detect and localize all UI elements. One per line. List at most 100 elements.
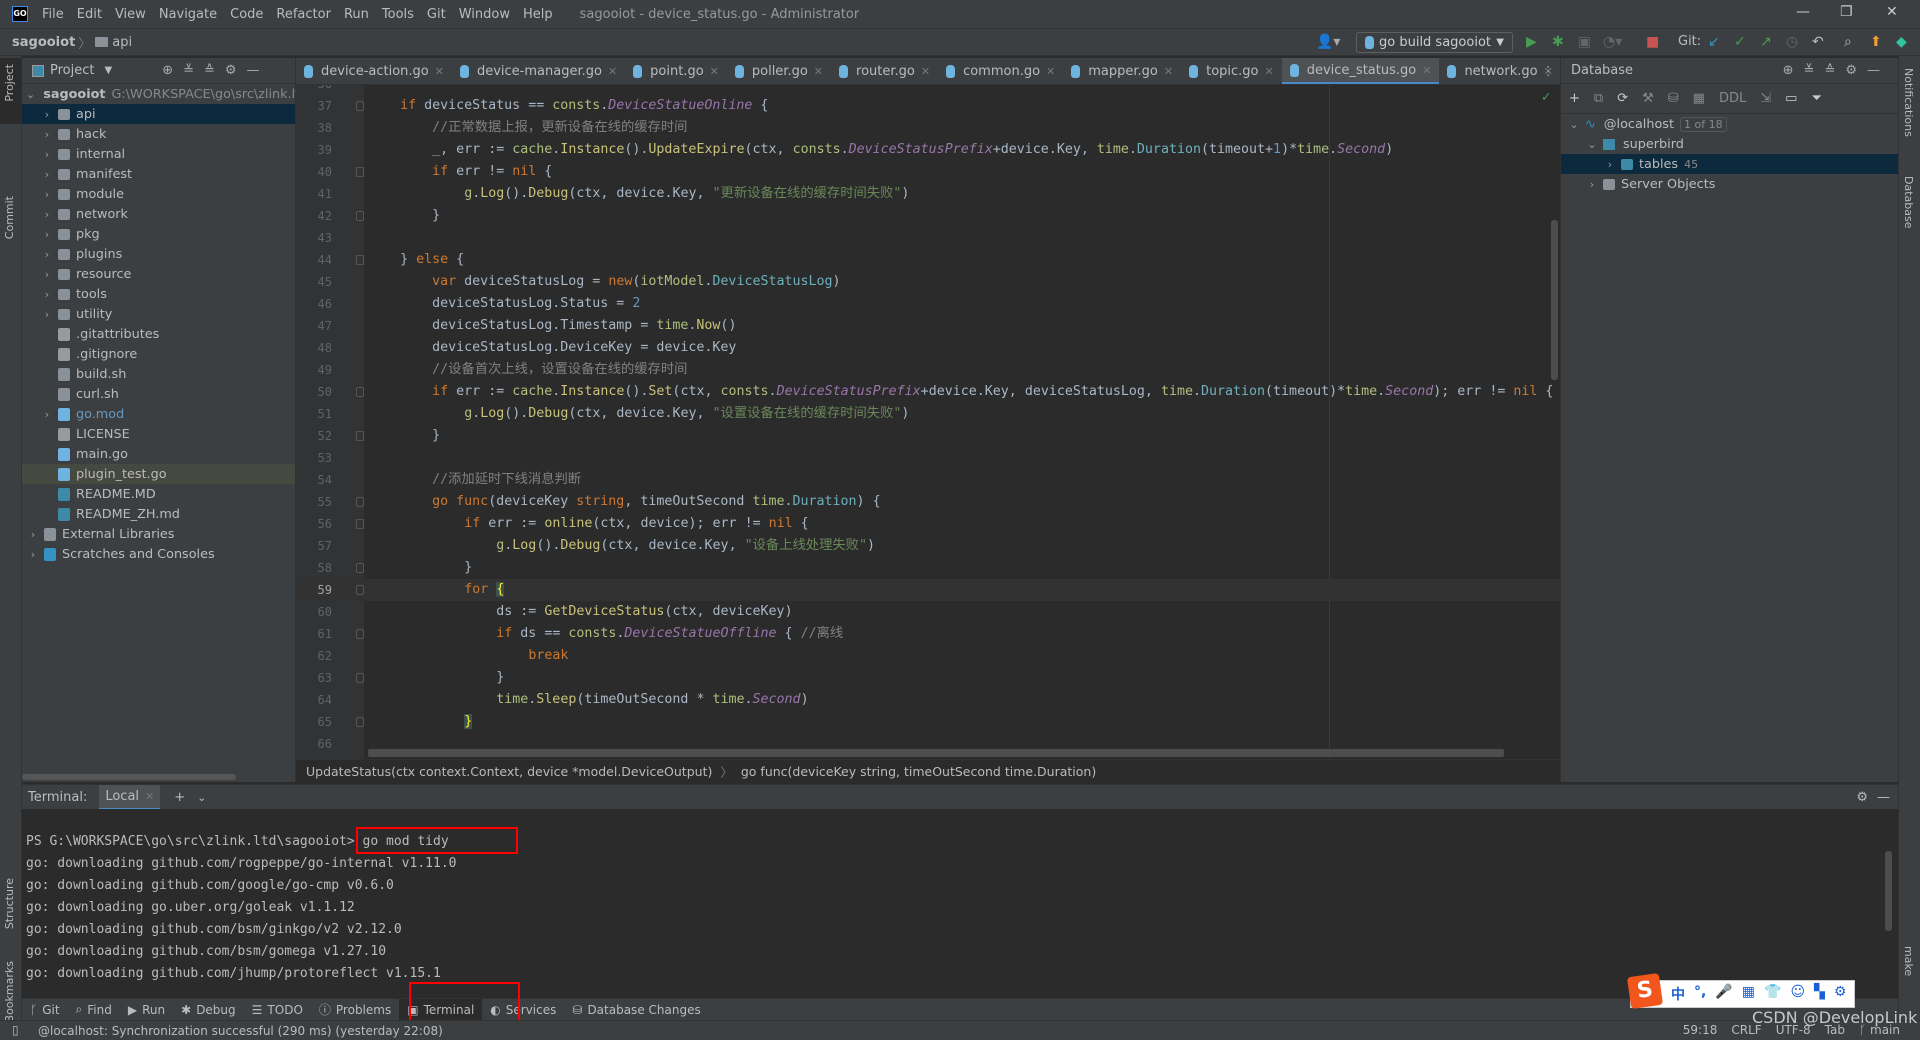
chevron-right-icon[interactable]: › bbox=[40, 408, 54, 421]
fold-marker-icon[interactable] bbox=[356, 673, 364, 683]
db-server-objects[interactable]: › Server Objects bbox=[1561, 174, 1898, 194]
coverage-icon[interactable]: ▣ bbox=[1578, 34, 1591, 50]
user-icon[interactable]: 👤▾ bbox=[1316, 34, 1340, 50]
ime-item[interactable]: ▚ bbox=[1814, 984, 1825, 1004]
jump-icon[interactable]: ⇲ bbox=[1760, 91, 1771, 106]
menu-code[interactable]: Code bbox=[230, 7, 263, 22]
tree-item-curl-sh[interactable]: curl.sh bbox=[22, 384, 295, 404]
tabs-more-icon[interactable]: ⋮ bbox=[1542, 63, 1555, 78]
project-view-select[interactable]: Project bbox=[50, 63, 94, 78]
menu-file[interactable]: File bbox=[42, 7, 64, 22]
tab-poller-go[interactable]: poller.go ✕ bbox=[727, 58, 831, 84]
close-tab-icon[interactable]: ✕ bbox=[1265, 65, 1274, 78]
tree-item-api[interactable]: › api bbox=[22, 104, 295, 124]
fold-marker-icon[interactable] bbox=[356, 585, 364, 595]
fold-marker-icon[interactable] bbox=[356, 255, 364, 265]
tree-item-scratches-and-consoles[interactable]: › Scratches and Consoles bbox=[22, 544, 295, 564]
tab-router-go[interactable]: router.go ✕ bbox=[831, 58, 938, 84]
tree-item-plugin-test-go[interactable]: plugin_test.go bbox=[22, 464, 295, 484]
fold-marker-icon[interactable] bbox=[356, 497, 364, 507]
git-push-icon[interactable]: ↗ bbox=[1760, 34, 1772, 50]
sync-icon[interactable]: ▯ bbox=[12, 1023, 19, 1037]
close-tab-icon[interactable]: ✕ bbox=[1046, 65, 1055, 78]
tree-item-plugins[interactable]: › plugins bbox=[22, 244, 295, 264]
database-tool-button[interactable]: Database bbox=[1902, 176, 1915, 229]
tree-item-network[interactable]: › network bbox=[22, 204, 295, 224]
close-tab-icon[interactable]: ✕ bbox=[814, 65, 823, 78]
tree-item-readme-zh-md[interactable]: README_ZH.md bbox=[22, 504, 295, 524]
new-terminal-icon[interactable]: + bbox=[174, 790, 185, 805]
refresh-icon[interactable]: ⟳ bbox=[1617, 91, 1628, 106]
tab-device-action-go[interactable]: device-action.go ✕ bbox=[296, 58, 452, 84]
terminal-vscrollbar[interactable] bbox=[1885, 851, 1892, 931]
hide-icon[interactable]: — bbox=[1877, 790, 1890, 805]
debug-icon[interactable]: ✱ bbox=[1552, 34, 1564, 50]
history-icon[interactable]: ◷ bbox=[1786, 34, 1798, 50]
tree-item-manifest[interactable]: › manifest bbox=[22, 164, 295, 184]
commit-tool-button[interactable]: Commit bbox=[3, 196, 16, 239]
tab-topic-go[interactable]: topic.go ✕ bbox=[1181, 58, 1282, 84]
fold-marker-icon[interactable] bbox=[356, 387, 364, 397]
tree-root[interactable]: ⌄ sagooiot G:\WORKSPACE\go\src\zlink.ltd\s… bbox=[22, 84, 367, 104]
chevron-right-icon[interactable]: › bbox=[40, 288, 54, 301]
profile-icon[interactable]: ◔▾ bbox=[1603, 34, 1622, 50]
tool-tab-debug[interactable]: ✱ Debug bbox=[173, 999, 244, 1021]
search-icon[interactable]: ⌕ bbox=[1844, 34, 1852, 50]
fold-marker-icon[interactable] bbox=[356, 211, 364, 221]
add-icon[interactable]: + bbox=[1569, 91, 1580, 106]
menu-window[interactable]: Window bbox=[459, 7, 510, 22]
status-message[interactable]: @localhost: Synchronization successful (… bbox=[38, 1024, 443, 1038]
chevron-right-icon[interactable]: › bbox=[40, 188, 54, 201]
notifications-tool-button[interactable]: Notifications bbox=[1902, 68, 1915, 137]
tab-point-go[interactable]: point.go ✕ bbox=[625, 58, 727, 84]
panel-actions-icons[interactable]: ⊕≚≙⚙— bbox=[162, 63, 269, 78]
restore-icon[interactable]: ❐ bbox=[1840, 4, 1853, 20]
ime-item[interactable]: °, bbox=[1694, 984, 1706, 1004]
menu-edit[interactable]: Edit bbox=[77, 7, 102, 22]
bookmarks-tool-button[interactable]: Bookmarks bbox=[3, 961, 16, 1022]
crumb-function[interactable]: UpdateStatus(ctx context.Context, device… bbox=[306, 764, 712, 779]
chevron-right-icon[interactable]: › bbox=[26, 528, 40, 541]
settings-icon[interactable]: ⚙ bbox=[1856, 790, 1868, 805]
close-tab-icon[interactable]: ✕ bbox=[608, 65, 617, 78]
close-tab-icon[interactable]: ✕ bbox=[435, 65, 444, 78]
tree-item-pkg[interactable]: › pkg bbox=[22, 224, 295, 244]
chevron-right-icon[interactable]: › bbox=[40, 268, 54, 281]
tree-item-internal[interactable]: › internal bbox=[22, 144, 295, 164]
tree-item-main-go[interactable]: main.go bbox=[22, 444, 295, 464]
tree-item-go-mod[interactable]: › go.mod bbox=[22, 404, 295, 424]
menu-view[interactable]: View bbox=[115, 7, 146, 22]
project-tool-button[interactable]: Project bbox=[3, 64, 16, 102]
chevron-right-icon[interactable]: › bbox=[40, 308, 54, 321]
terminal-tab-local[interactable]: Local ✕ bbox=[99, 784, 161, 810]
close-icon[interactable]: ✕ bbox=[1886, 4, 1898, 20]
ime-item[interactable]: ☺ bbox=[1790, 984, 1805, 1004]
stop-icon[interactable]: ■ bbox=[1646, 34, 1659, 50]
ime-item[interactable]: 🎤 bbox=[1715, 984, 1732, 1004]
tree-item-resource[interactable]: › resource bbox=[22, 264, 295, 284]
crumb-closure[interactable]: go func(deviceKey string, timeOutSecond … bbox=[741, 764, 1096, 779]
structure-tool-button[interactable]: Structure bbox=[3, 878, 16, 929]
inspection-ok-icon[interactable]: ✓ bbox=[1541, 89, 1551, 104]
run-config-select[interactable]: go build sagooiot ▼ bbox=[1356, 32, 1513, 53]
tab-device-status-go[interactable]: device_status.go ✕ bbox=[1281, 58, 1440, 84]
close-tab-icon[interactable]: ✕ bbox=[921, 65, 930, 78]
make-tool-button[interactable]: make bbox=[1902, 946, 1915, 976]
chevron-right-icon[interactable]: › bbox=[40, 108, 54, 121]
update-icon[interactable]: ⬆ bbox=[1870, 34, 1882, 50]
tree-item-tools[interactable]: › tools bbox=[22, 284, 295, 304]
db-tables[interactable]: › tables 45 bbox=[1561, 154, 1898, 174]
terminal-dropdown-icon[interactable]: ⌄ bbox=[197, 791, 206, 804]
tool-tab-find[interactable]: ⌕ Find bbox=[68, 999, 120, 1021]
fold-marker-icon[interactable] bbox=[356, 167, 364, 177]
caret-position[interactable]: 59:18 bbox=[1683, 1023, 1718, 1037]
chevron-right-icon[interactable]: › bbox=[40, 248, 54, 261]
breadcrumb-folder[interactable]: api bbox=[112, 35, 132, 50]
tree-item--gitignore[interactable]: .gitignore bbox=[22, 344, 295, 364]
git-update-icon[interactable]: ↙ bbox=[1708, 34, 1720, 50]
terminal-output[interactable]: PS G:\WORKSPACE\go\src\zlink.ltd\sagooio… bbox=[22, 809, 1898, 998]
console-icon[interactable]: ▭ bbox=[1785, 91, 1797, 106]
fold-marker-icon[interactable] bbox=[356, 431, 364, 441]
ime-item[interactable]: ▦ bbox=[1742, 984, 1755, 1004]
menu-refactor[interactable]: Refactor bbox=[276, 7, 331, 22]
